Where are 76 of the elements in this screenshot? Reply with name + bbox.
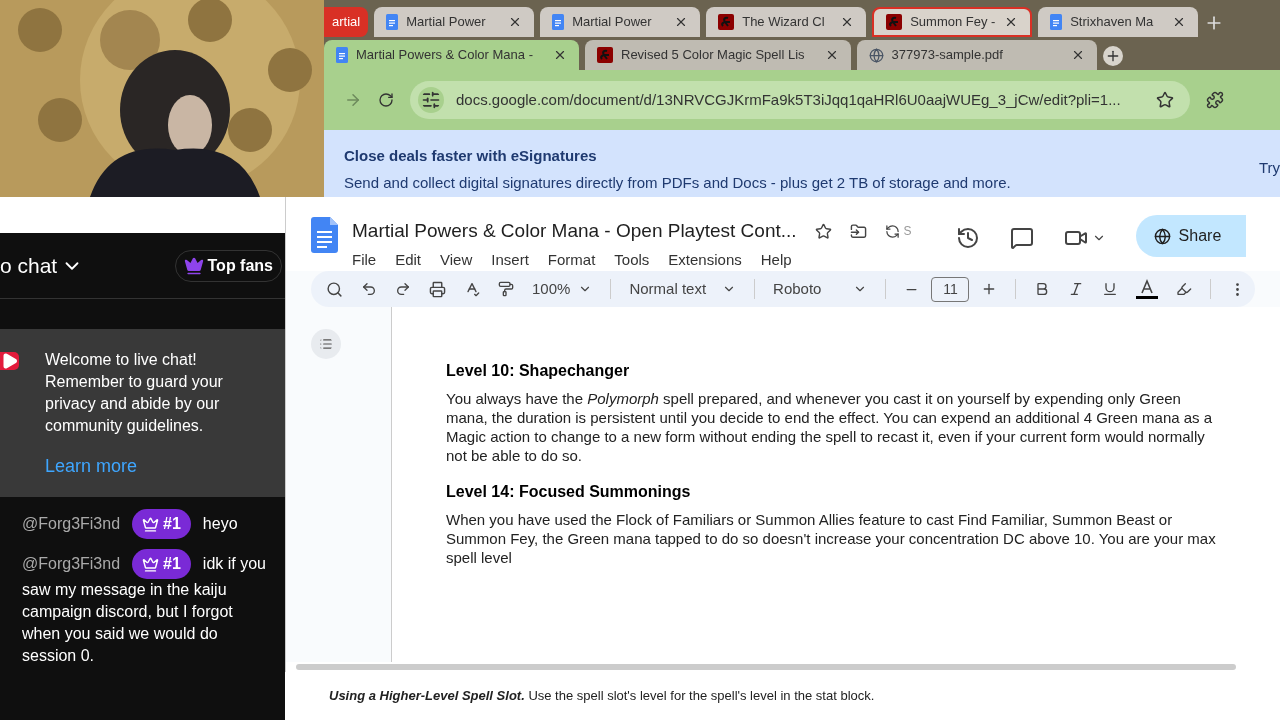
tab-group-label[interactable]: artial xyxy=(324,7,369,37)
chat-author[interactable]: @Forg3Fi3nd xyxy=(22,512,121,536)
reload-icon[interactable] xyxy=(378,92,394,108)
section-heading: Level 10: Shapechanger xyxy=(446,361,631,381)
menu-item[interactable]: Tools xyxy=(614,248,650,271)
move-folder-icon[interactable] xyxy=(849,222,867,240)
zoom-select[interactable]: 100% xyxy=(532,277,593,301)
close-icon[interactable] xyxy=(553,48,567,62)
font-select[interactable]: Roboto xyxy=(773,277,868,301)
document-icon xyxy=(336,47,348,63)
rank-badge: #1 xyxy=(132,549,191,579)
text-color-icon[interactable] xyxy=(1136,278,1159,300)
chat-message: idk if you xyxy=(202,554,266,574)
browser-tab[interactable]: 377973-sample.pdf xyxy=(856,40,1097,70)
learn-more-link[interactable]: Learn more xyxy=(45,453,245,480)
section-heading: Level 14: Focused Summonings xyxy=(446,482,692,502)
browser-tab[interactable]: The Wizard Cl xyxy=(706,7,867,37)
history-icon[interactable] xyxy=(955,226,980,250)
redo-icon[interactable] xyxy=(395,281,411,297)
document-icon xyxy=(1050,14,1063,30)
section-paragraph: When you have used the Flock of Familiars or Summon Allies feature to cast Find Familiar, Summon Beast or Summon Fey, the Green mana tapped to do so doesn't increase your concentration DC above 10. You are your max spell level xyxy=(446,510,1217,567)
print-icon[interactable] xyxy=(429,280,446,298)
url-text: docs.google.com/document/d/13NRVCGJKrmFa9k5T3iJqq1qaHRl6U0aajWUEg_3_jCw/edit?pli=1... xyxy=(456,89,1122,110)
document-icon xyxy=(386,14,399,30)
chat-message: heyo xyxy=(202,514,238,534)
crown-icon xyxy=(142,515,160,533)
address-bar[interactable]: docs.google.com/document/d/13NRVCGJKrmFa9k5T3iJqq1qaHRl6U0aajWUEg_3_jCw/edit?pli=1... xyxy=(410,81,1190,119)
highlighter-icon[interactable] xyxy=(1176,281,1193,297)
document-icon xyxy=(552,14,565,30)
menu-item[interactable]: Insert xyxy=(491,248,529,271)
welcome-text: Welcome to live chat! Remember to guard your privacy and abide by our community guidelines. xyxy=(45,350,224,436)
banner-title: Close deals faster with eSignatures xyxy=(344,146,598,166)
document-title[interactable]: Martial Powers & Color Mana - Open Playtest Cont... xyxy=(352,217,797,246)
menu-item[interactable]: Extensions xyxy=(668,248,742,271)
menu-item[interactable]: Edit xyxy=(395,248,422,271)
try-link[interactable]: Try xyxy=(1258,157,1280,180)
browser-tab[interactable]: Strixhaven Ma xyxy=(1038,7,1199,37)
crown-icon xyxy=(142,555,160,573)
search-icon[interactable] xyxy=(326,280,343,298)
browser-tab[interactable]: Martial Powers & Color Mana - xyxy=(324,40,579,70)
browser-tab[interactable]: Martial Power xyxy=(374,7,535,37)
sync-icon[interactable] xyxy=(884,223,900,239)
chat-message: saw my message in the kaiju campaign discord, but I forgot when you said we would do session 0. xyxy=(22,580,234,666)
chat-title[interactable]: o chat xyxy=(0,249,58,282)
underline-icon[interactable] xyxy=(1102,281,1119,297)
outline-icon[interactable] xyxy=(311,329,341,359)
star-icon[interactable] xyxy=(814,222,832,240)
menu-item[interactable]: Format xyxy=(547,248,596,271)
browser-tab[interactable]: Martial Power xyxy=(540,7,701,37)
style-select[interactable]: Normal text xyxy=(629,277,737,301)
chat-author[interactable]: @Forg3Fi3nd xyxy=(22,552,121,576)
comment-icon[interactable] xyxy=(1009,226,1034,250)
bookmark-star-icon[interactable] xyxy=(1156,91,1174,109)
site-settings-icon[interactable] xyxy=(418,87,444,113)
globe-icon xyxy=(868,47,884,63)
save-status: S xyxy=(903,223,912,241)
section-paragraph: You always have the Polymorph spell prepared, and whenever you cast it on yourself by expending only Green mana, the duration is persistent until you decide to end the effect. You can expend an additional 4 Green mana as a Magic action to change to a new form without ending the spell to recast it, even if your current form would normally not be able to do so. xyxy=(446,389,1214,465)
crown-icon xyxy=(183,255,204,276)
menu-item[interactable]: View xyxy=(440,248,473,271)
document-text: Using a Higher-Level Spell Slot. Use the spell slot's level for the spell's level in the stat block. xyxy=(329,687,875,706)
youtube-icon xyxy=(0,352,19,370)
banner-text: Send and collect digital signatures directly from PDFs and Docs - plus get 2 TB of storage and more. xyxy=(344,172,1011,193)
paint-format-icon[interactable] xyxy=(498,281,514,297)
menu-item[interactable]: File xyxy=(352,248,377,271)
docs-logo-icon xyxy=(311,217,338,253)
menu-item[interactable]: Help xyxy=(760,248,792,271)
browser-tab[interactable]: Revised 5 Color Magic Spell Lis xyxy=(585,40,851,70)
share-button[interactable]: Share xyxy=(1135,215,1246,257)
font-size-field[interactable]: 11 xyxy=(931,276,970,302)
rank-badge: #1 xyxy=(132,509,191,539)
undo-icon[interactable] xyxy=(361,281,377,297)
new-tab-icon[interactable] xyxy=(1102,46,1123,66)
browser-tab[interactable]: Summon Fey - xyxy=(872,7,1033,37)
spellcheck-icon[interactable] xyxy=(464,281,480,297)
globe-icon xyxy=(1153,227,1171,245)
extensions-icon[interactable] xyxy=(1206,91,1224,109)
